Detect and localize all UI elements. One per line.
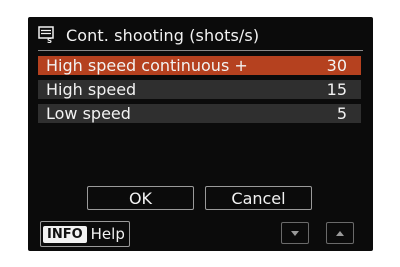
- title-divider: [38, 50, 363, 51]
- scroll-down-button[interactable]: [281, 222, 309, 244]
- cancel-button[interactable]: Cancel: [205, 186, 312, 210]
- ok-button[interactable]: OK: [87, 186, 194, 210]
- svg-text:S: S: [47, 37, 52, 44]
- camera-menu-screen: S Cont. shooting (shots/s) High speed co…: [28, 17, 373, 251]
- option-label: Low speed: [46, 104, 131, 123]
- chevron-up-icon: [336, 230, 344, 236]
- info-help-button[interactable]: INFO Help: [40, 221, 130, 247]
- chevron-down-icon: [291, 230, 299, 236]
- page-title: Cont. shooting (shots/s): [66, 25, 260, 45]
- option-value: 30: [326, 56, 347, 75]
- scroll-up-button[interactable]: [326, 222, 354, 244]
- option-value: 15: [326, 80, 347, 99]
- info-badge: INFO: [43, 225, 87, 243]
- option-high-speed[interactable]: High speed 15: [38, 80, 361, 99]
- help-label: Help: [90, 225, 125, 243]
- option-label: High speed: [46, 80, 137, 99]
- title-bar: S Cont. shooting (shots/s): [38, 23, 259, 47]
- option-value: 5: [336, 104, 347, 123]
- option-low-speed[interactable]: Low speed 5: [38, 104, 361, 123]
- continuous-shooting-icon: S: [38, 26, 54, 44]
- option-high-speed-continuous-plus[interactable]: High speed continuous + 30: [38, 56, 361, 75]
- option-label: High speed continuous +: [46, 56, 248, 75]
